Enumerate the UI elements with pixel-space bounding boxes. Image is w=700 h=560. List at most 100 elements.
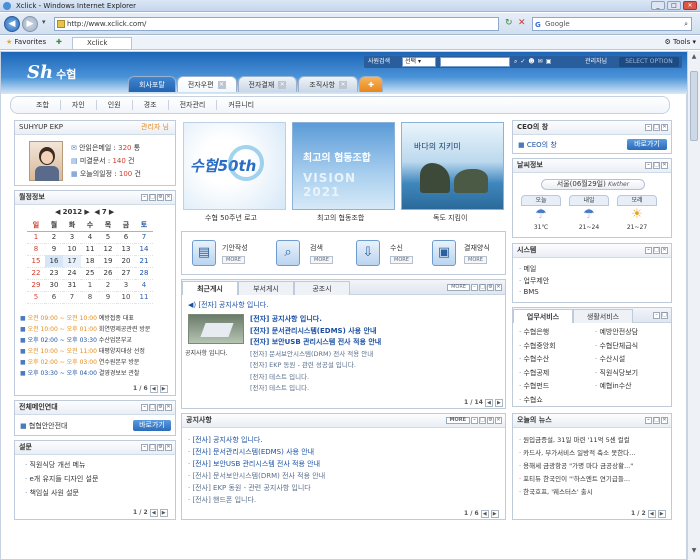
more-button[interactable]: MORE — [447, 284, 470, 291]
panel-max-icon[interactable]: □ — [149, 404, 156, 411]
quick-more-button[interactable]: MORE — [390, 256, 413, 264]
close-tab-icon[interactable]: ✕ — [217, 81, 226, 89]
calendar-day[interactable]: 4 — [135, 279, 153, 292]
panel-min-icon[interactable]: – — [653, 312, 660, 319]
calendar-day[interactable]: 11 — [135, 291, 153, 304]
panel-config-icon[interactable]: ⚙ — [487, 417, 494, 424]
news-item[interactable]: · 원입금증설, 31일 마련 '11억 5센 컬컬 — [519, 434, 669, 447]
calendar-day[interactable]: 5 — [99, 231, 117, 244]
prev-page-icon[interactable]: ◀ — [484, 399, 493, 407]
weather-day[interactable]: 모레 ☀ 21~27 — [617, 195, 657, 231]
maximize-button[interactable]: □ — [667, 1, 681, 10]
more-button[interactable]: MORE — [445, 417, 470, 424]
service-item[interactable]: · 예방안전상담 — [595, 326, 638, 340]
prev-year-icon[interactable]: ◀ — [55, 208, 60, 216]
prev-page-icon[interactable]: ◀ — [480, 510, 489, 518]
board-item[interactable]: [전자] 테스트 입니다. — [250, 372, 381, 384]
chat-icon[interactable]: ✉ — [538, 58, 546, 65]
panel-min-icon[interactable]: – — [645, 417, 652, 424]
add-favorite-icon[interactable]: ✚ — [56, 36, 62, 49]
calendar-day[interactable]: 10 — [63, 243, 81, 256]
prev-page-icon[interactable]: ◀ — [149, 385, 158, 393]
add-tab-button[interactable]: ✚ — [359, 76, 383, 92]
service-item[interactable]: · 수산시설 — [595, 353, 638, 367]
next-year-icon[interactable]: ▶ — [84, 208, 89, 216]
calendar-day[interactable]: 10 — [117, 291, 135, 304]
panel-min-icon[interactable]: – — [141, 194, 148, 201]
board-item[interactable]: [전자] 문서보안시스템(DRM) 전사 적용 안내 — [250, 349, 381, 361]
system-item[interactable]: · 업무제안 — [519, 276, 549, 286]
inbox-icon[interactable]: ⇩ — [356, 240, 380, 266]
calendar-day[interactable]: 6 — [45, 291, 63, 304]
panel-close-icon[interactable]: ✕ — [495, 284, 502, 291]
calendar-day[interactable]: 12 — [99, 243, 117, 256]
scroll-thumb[interactable] — [690, 71, 698, 141]
system-item[interactable]: · BMS — [519, 288, 539, 296]
board-item[interactable]: [전자] 공지사항 입니다. — [250, 314, 381, 326]
weather-city[interactable]: 서울(06월29일) Kwther — [541, 179, 645, 190]
subnav-item[interactable]: 커뮤니티 — [217, 100, 265, 110]
panel-max-icon[interactable]: □ — [149, 194, 156, 201]
panel-close-icon[interactable]: ✕ — [661, 162, 668, 169]
panel-close-icon[interactable]: ✕ — [495, 417, 502, 424]
search-select[interactable]: 선택 ▾ — [402, 57, 436, 67]
calendar-day[interactable]: 13 — [117, 243, 135, 256]
event-item[interactable]: ■ 오후 02:00 ~ 오후 03:30 수산업본부교 — [20, 335, 150, 346]
tab-shared-posts[interactable]: 공조시 — [294, 281, 350, 295]
prev-page-icon[interactable]: ◀ — [149, 509, 158, 517]
close-tab-icon[interactable]: ✕ — [278, 81, 287, 89]
go-button[interactable]: 바로가기 — [133, 420, 171, 431]
calendar-day[interactable]: 1 — [81, 279, 99, 292]
next-page-icon[interactable]: ▶ — [494, 399, 503, 407]
calendar-day[interactable]: 16 — [45, 255, 63, 268]
event-item[interactable]: ■ 오후 03:30 ~ 오후 04:00 결영경보보 관찰 — [20, 368, 150, 379]
panel-close-icon[interactable]: ✕ — [165, 404, 172, 411]
forward-button[interactable]: ▶ — [22, 16, 38, 32]
quick-label[interactable]: 결재양식 — [464, 243, 490, 253]
service-item[interactable]: · 직원식당보기 — [595, 367, 638, 381]
calendar-day[interactable]: 27 — [117, 267, 135, 280]
banner-50th[interactable]: 수협50th — [183, 122, 286, 210]
tab-approval[interactable]: 전자결재 ✕ — [237, 76, 298, 92]
panel-max-icon[interactable]: □ — [653, 162, 660, 169]
employee-search-input[interactable] — [440, 57, 510, 67]
calendar-day[interactable]: 19 — [99, 255, 117, 268]
tab-recent-posts[interactable]: 최근게시 — [182, 281, 238, 295]
calendar-day[interactable]: 26 — [99, 267, 117, 280]
calendar-day[interactable]: 29 — [27, 279, 45, 292]
calendar-day[interactable]: 3 — [117, 279, 135, 292]
calendar-day[interactable]: 20 — [117, 255, 135, 268]
event-item[interactable]: ■ 오전 09:00 ~ 오전 10:00 예방접종 대표 — [20, 313, 150, 324]
news-item[interactable]: · 한국호프, '웨스터스' 출시 — [519, 486, 669, 499]
calendar-day[interactable]: 8 — [81, 291, 99, 304]
tab-work-services[interactable]: 업무서비스 — [513, 309, 573, 323]
scroll-down-icon[interactable]: ▼ — [690, 547, 698, 557]
calendar-day[interactable]: 25 — [81, 267, 99, 280]
tab-email[interactable]: 전자우편 ✕ — [176, 76, 237, 92]
prev-page-icon[interactable]: ◀ — [647, 510, 656, 518]
service-item[interactable]: · 수협공제 — [519, 367, 556, 381]
calendar-day[interactable]: 22 — [27, 267, 45, 280]
service-item[interactable]: · 수협중앙회 — [519, 340, 556, 354]
panel-close-icon[interactable]: ✕ — [661, 417, 668, 424]
survey-item[interactable]: · 책임실 사원 설문 — [25, 488, 79, 498]
notice-item[interactable]: · [전사] 보안USB 관리시스템 전사 적용 안내 — [188, 458, 325, 470]
tab-company-portal[interactable]: 회사포탈 — [128, 76, 176, 92]
prev-month-icon[interactable]: ◀ — [94, 208, 99, 216]
option-select[interactable]: SELECT OPTION — [619, 57, 679, 67]
banner-dokdo[interactable]: 바다의 지키미 — [401, 122, 504, 210]
board-item[interactable]: [전자] 테스트 입니다. — [250, 383, 381, 395]
panel-min-icon[interactable]: – — [471, 284, 478, 291]
service-item[interactable]: · 수협은행 — [519, 326, 556, 340]
panel-min-icon[interactable]: – — [141, 404, 148, 411]
panel-config-icon[interactable]: ⚙ — [157, 444, 164, 451]
draft-icon[interactable]: ▤ — [192, 240, 216, 266]
calendar-day[interactable]: 9 — [45, 243, 63, 256]
service-item[interactable]: · 예협in수산 — [595, 380, 638, 394]
panel-max-icon[interactable]: □ — [479, 284, 486, 291]
event-item[interactable]: ■ 오전 10:00 ~ 오후 01:00 회연명제공관련 방문 — [20, 324, 150, 335]
scroll-up-icon[interactable]: ▲ — [690, 53, 698, 63]
board-item[interactable]: [전자] EKP 동원 - 관련 성공설 입니다. — [250, 360, 381, 372]
main-notice-item[interactable]: ■ 협협안안전대 — [20, 421, 68, 431]
panel-min-icon[interactable]: – — [645, 247, 652, 254]
